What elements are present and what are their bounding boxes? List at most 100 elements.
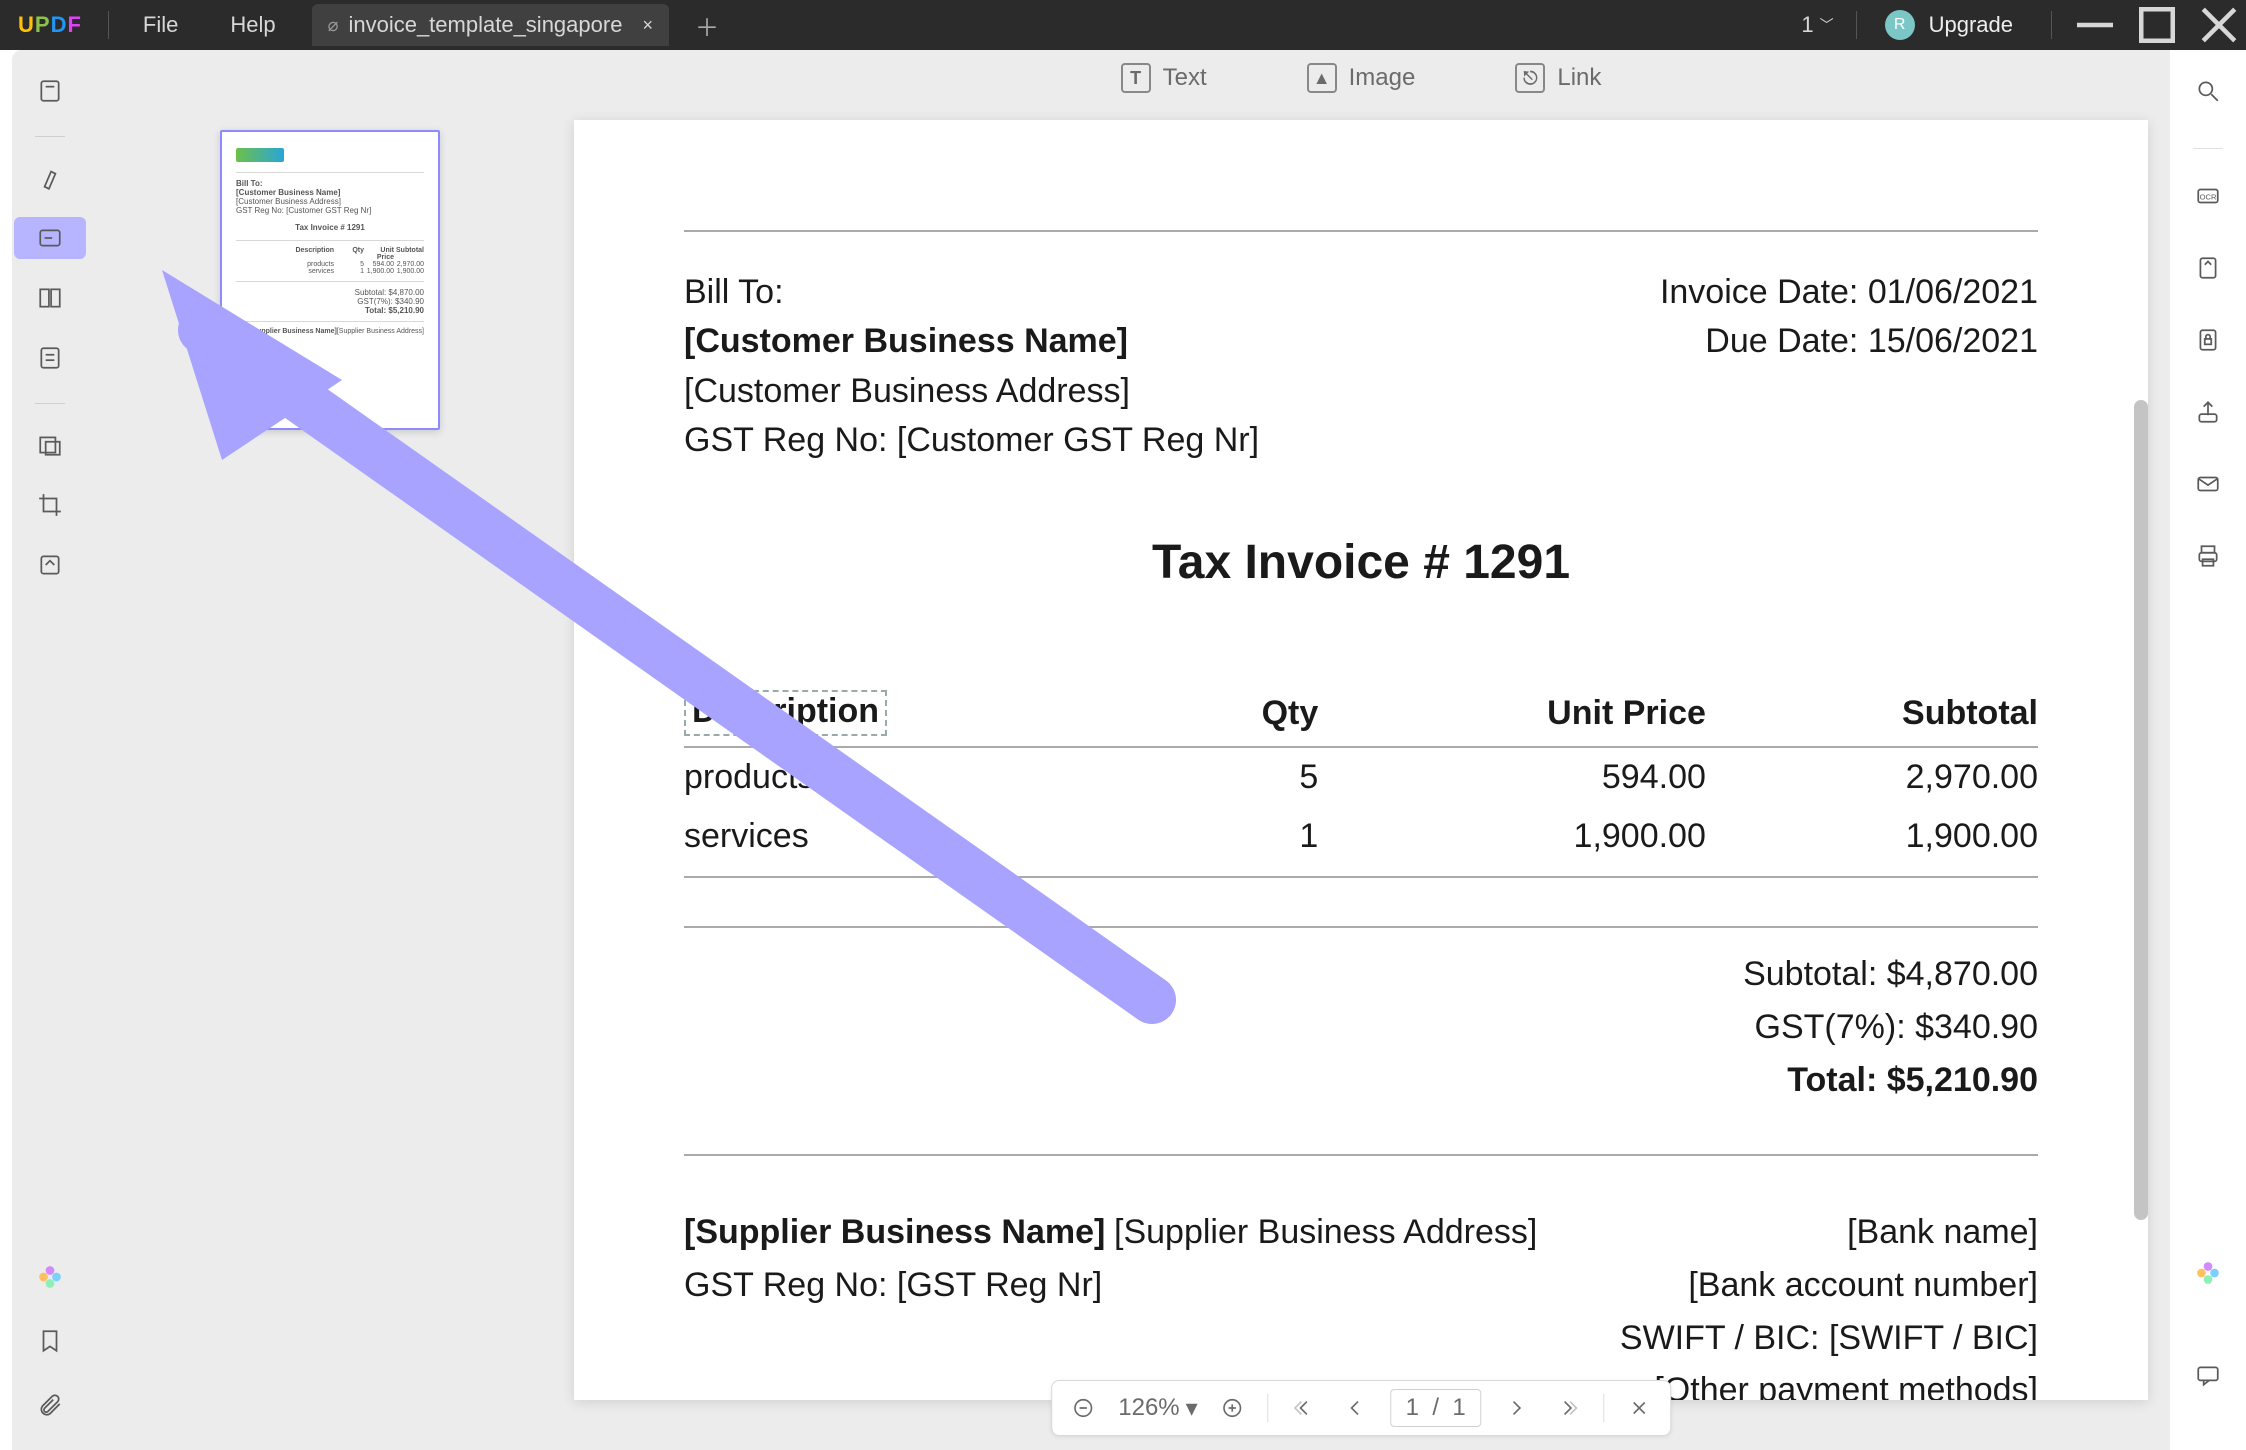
zoom-dropdown[interactable]: 126% ▾ <box>1118 1394 1197 1423</box>
separator <box>1856 11 1857 39</box>
edit-image-button[interactable]: ▲ Image <box>1307 63 1416 93</box>
vertical-scrollbar[interactable] <box>2134 400 2148 1220</box>
protect-button[interactable] <box>2187 319 2229 361</box>
highlight-tool[interactable] <box>29 157 71 199</box>
form-tool[interactable] <box>29 337 71 379</box>
convert-button[interactable] <box>2187 247 2229 289</box>
first-page-button[interactable] <box>1287 1391 1321 1425</box>
edit-text-label: Text <box>1163 64 1207 92</box>
total-row: Total: $5,210.90 <box>684 1054 2038 1107</box>
separator <box>2051 11 2052 39</box>
attachment-tool[interactable] <box>29 1384 71 1426</box>
chevron-down-icon: ﹀ <box>1820 15 1834 35</box>
ai-assistant-button[interactable] <box>2187 1252 2229 1294</box>
document-area: T Text ▲ Image ⎋ Link Bill To: [Customer… <box>552 50 2170 1450</box>
col-unit-price: Unit Price <box>1318 680 1706 747</box>
total-pages: 1 <box>1452 1394 1465 1421</box>
customer-address: [Customer Business Address] <box>684 367 1259 416</box>
ocr-button[interactable]: OCR <box>2187 175 2229 217</box>
edit-toolbar: T Text ▲ Image ⎋ Link <box>552 50 2170 106</box>
supplier-gst: GST Reg No: [GST Reg Nr] <box>684 1259 1114 1312</box>
compress-tool[interactable] <box>29 544 71 586</box>
table-row: services 1 1,900.00 1,900.00 <box>684 807 2038 866</box>
app-logo: UPDF <box>18 12 82 38</box>
customer-gst: GST Reg No: [Customer GST Reg Nr] <box>684 416 1259 465</box>
page-count-dropdown[interactable]: 1 ﹀ <box>1801 12 1833 38</box>
due-date-row: Due Date: 15/06/2021 <box>1660 317 2038 366</box>
crop-tool[interactable] <box>29 484 71 526</box>
window-close-button[interactable] <box>2192 0 2246 50</box>
upgrade-button[interactable]: Upgrade <box>1929 12 2013 38</box>
next-page-button[interactable] <box>1499 1391 1533 1425</box>
line-items-table: Description Qty Unit Price Subtotal prod… <box>684 680 2038 866</box>
ai-tool[interactable] <box>29 1256 71 1298</box>
add-tab-button[interactable]: ＋ <box>695 8 719 43</box>
tab-close-icon[interactable]: × <box>642 15 653 36</box>
redact-tool[interactable] <box>29 424 71 466</box>
separator <box>2193 148 2223 149</box>
page-sep: / <box>1426 1394 1446 1421</box>
svg-text:OCR: OCR <box>2200 192 2217 201</box>
subtotal-row: Subtotal: $4,870.00 <box>684 948 2038 1001</box>
col-subtotal: Subtotal <box>1706 680 2038 747</box>
thumb-supplier: [Supplier Business Name][Supplier Busine… <box>236 328 424 335</box>
page-thumbnail[interactable]: Bill To:[Customer Business Name] [Custom… <box>220 130 440 430</box>
text-icon: T <box>1121 63 1151 93</box>
mail-button[interactable] <box>2187 463 2229 505</box>
thumb-bill-to: Bill To:[Customer Business Name] <box>236 179 424 197</box>
swift: SWIFT / BIC: [SWIFT / BIC] <box>1620 1312 2038 1365</box>
menu-file[interactable]: File <box>117 12 204 38</box>
titlebar: UPDF File Help ⌀ invoice_template_singap… <box>0 0 2246 50</box>
last-page-button[interactable] <box>1551 1391 1585 1425</box>
comment-button[interactable] <box>2187 1354 2229 1396</box>
zoom-in-button[interactable] <box>1216 1391 1250 1425</box>
separator <box>1268 1394 1269 1422</box>
link-icon: ⎋ <box>1515 63 1545 93</box>
workspace: Bill To:[Customer Business Name] [Custom… <box>12 50 2246 1450</box>
thumb-title: Tax Invoice # 1291 <box>236 223 424 232</box>
thumb-addr: [Customer Business Address] <box>236 197 424 206</box>
edit-tool[interactable] <box>14 217 86 259</box>
zoom-out-button[interactable] <box>1066 1391 1100 1425</box>
print-button[interactable] <box>2187 535 2229 577</box>
other-payment: [Other payment methods] <box>1620 1364 2038 1400</box>
document-page[interactable]: Bill To: [Customer Business Name] [Custo… <box>574 120 2148 1400</box>
close-statusbar-button[interactable] <box>1622 1391 1656 1425</box>
window-maximize-button[interactable] <box>2130 0 2184 50</box>
thumb-header: DescriptionQtyUnit PriceSubtotal <box>236 247 424 261</box>
page-count-value: 1 <box>1801 12 1813 38</box>
menu-help[interactable]: Help <box>204 12 301 38</box>
thumb-gst: GST Reg No: [Customer GST Reg Nr] <box>236 206 424 215</box>
zoom-value: 126% <box>1118 1394 1179 1422</box>
search-button[interactable] <box>2187 70 2229 112</box>
prev-page-button[interactable] <box>1339 1391 1373 1425</box>
edit-link-label: Link <box>1557 64 1601 92</box>
current-page: 1 <box>1406 1394 1419 1421</box>
supplier-name: [Supplier Business Name] <box>684 1206 1114 1259</box>
right-tool-rail: OCR <box>2170 50 2246 1450</box>
image-icon: ▲ <box>1307 63 1337 93</box>
document-tab[interactable]: ⌀ invoice_template_singapore × <box>312 4 669 46</box>
col-qty: Qty <box>1180 680 1318 747</box>
reader-tool[interactable] <box>29 70 71 112</box>
bank-name: [Bank name] <box>1620 1206 2038 1259</box>
document-icon: ⌀ <box>328 15 339 36</box>
supplier-address: [Supplier Business Address] <box>1114 1206 1620 1259</box>
edit-link-button[interactable]: ⎋ Link <box>1515 63 1601 93</box>
page-indicator[interactable]: 1 / 1 <box>1391 1389 1481 1427</box>
status-bar: 126% ▾ 1 / 1 <box>1051 1380 1671 1436</box>
document-tab-label: invoice_template_singapore <box>348 12 622 38</box>
share-button[interactable] <box>2187 391 2229 433</box>
user-avatar[interactable]: R <box>1885 10 1915 40</box>
thumb-totals: Subtotal: $4,870.00GST(7%): $340.90Total… <box>236 288 424 315</box>
pages-tool[interactable] <box>29 277 71 319</box>
edit-text-button[interactable]: T Text <box>1121 63 1207 93</box>
table-row: products 5 594.00 2,970.00 <box>684 747 2038 807</box>
window-minimize-button[interactable] <box>2068 0 2122 50</box>
bill-to-label: Bill To: <box>684 268 1259 317</box>
thumb-row: products5594.002,970.00 <box>236 261 424 268</box>
col-description: Description <box>684 680 1180 747</box>
separator <box>1603 1394 1604 1422</box>
bank-account: [Bank account number] <box>1620 1259 2038 1312</box>
bookmark-tool[interactable] <box>29 1320 71 1362</box>
